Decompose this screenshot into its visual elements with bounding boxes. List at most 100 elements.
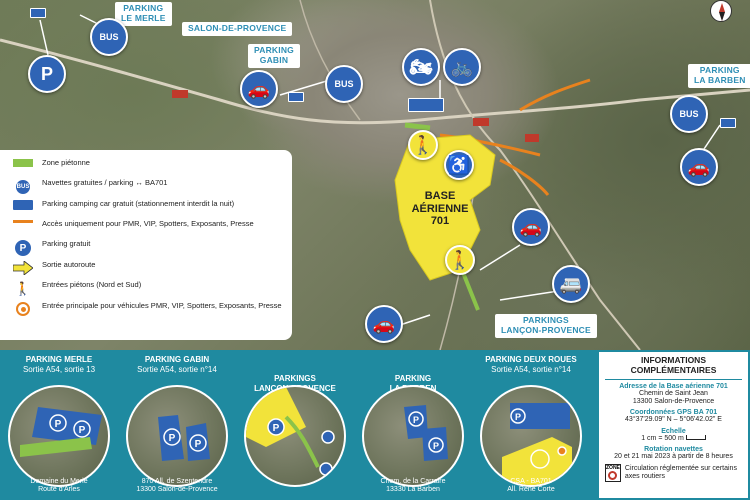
moto-parking-pin[interactable]: 🏍	[402, 48, 440, 86]
zone-text: Circulation réglementée sur certains axe…	[624, 465, 737, 481]
legend-text: Zone piétonne	[42, 158, 90, 167]
scale-heading: Echelle	[661, 427, 686, 435]
parking-pin-lancon-3[interactable]: 🚗	[365, 305, 403, 343]
legend-item: Zone piétonne	[12, 158, 284, 174]
svg-text:P: P	[55, 419, 62, 430]
camping-car-icon	[288, 92, 304, 102]
shuttle-value: 20 et 21 mai 2023 à partir de 8 heures	[614, 453, 733, 461]
parking-pin-lancon-2[interactable]: 🚐	[552, 265, 590, 303]
info-title: INFORMATIONS COMPLÉMENTAIRES	[630, 355, 717, 375]
legend-item: P Parking gratuit	[12, 239, 284, 256]
address-heading: Adresse de la Base aérienne 701	[619, 382, 728, 390]
parking-icon: P	[15, 240, 31, 256]
parking-pin-lancon-1[interactable]: 🚗	[512, 208, 550, 246]
info-panel: INFORMATIONS COMPLÉMENTAIRES Adresse de …	[597, 350, 750, 500]
parking-la-barben-address: Chem. de la Carraire 13330 La Barben	[380, 478, 446, 494]
green-bar-icon	[13, 159, 33, 167]
legend-item: BUS Navettes gratuites / parking ↔ BA701	[12, 178, 284, 195]
parking-la-barben-thumbnail[interactable]: P P	[362, 385, 464, 487]
parking-name: PARKING GABIN	[144, 355, 210, 364]
bicycle-icon: 🚲	[450, 57, 474, 77]
bus-pin-la-barben[interactable]: BUS	[670, 95, 708, 133]
parking-deux-roues-header: PARKING DEUX ROUES Sortie A54, sortie n°…	[472, 355, 590, 374]
camping-car-icon	[13, 200, 33, 210]
zone-sign-icon: ZONE	[605, 464, 621, 483]
parking-gabin-address: 870 All. de Szentendre 13300 Salon-de-Pr…	[136, 478, 218, 494]
shuttle-heading: Rotation navettes	[644, 446, 703, 454]
bike-parking-pin[interactable]: 🚲	[443, 48, 481, 86]
motorcycle-icon: 🏍	[409, 57, 433, 77]
parking-deux-roues-thumbnail[interactable]: P	[480, 385, 582, 487]
legend-item: Sortie autoroute	[12, 260, 284, 276]
svg-text:P: P	[413, 415, 419, 425]
svg-text:P: P	[169, 433, 176, 444]
parking-merle-header: PARKING MERLE Sortie A54, sortie 13	[0, 355, 118, 374]
pmr-pin[interactable]: ♿	[444, 150, 474, 180]
parking-lancon-thumbnail[interactable]: P	[244, 385, 346, 487]
car-icon: 🚗	[247, 79, 271, 99]
svg-text:P: P	[515, 412, 521, 422]
address-line-2: 13300 Salon-de-Provence	[632, 397, 715, 405]
road-shield	[525, 134, 539, 142]
parking-pin-gabin[interactable]: 🚗	[240, 70, 278, 108]
pointer-line	[479, 244, 521, 271]
parking-exit: Sortie A54, sortie n°14	[137, 364, 217, 374]
arrow-icon	[13, 261, 33, 275]
bus-pin-merle[interactable]: BUS	[90, 18, 128, 56]
road-shield	[172, 90, 188, 98]
pedestrian-south-pin[interactable]: 🚶	[445, 245, 475, 275]
label-salon: SALON-DE-PROVENCE	[182, 22, 293, 36]
bus-icon: BUS	[99, 31, 119, 42]
bus-icon: BUS	[334, 78, 354, 89]
scale-bar	[685, 435, 706, 441]
car-icon: 🚗	[372, 314, 396, 334]
zone-row: ZONE Circulation réglementée sur certain…	[605, 464, 742, 483]
pedestrian-icon: 🚶	[448, 250, 472, 270]
legend-item: 🚶 Entrées piétons (Nord et Sud)	[12, 280, 284, 297]
camping-car-icon	[30, 8, 46, 18]
parking-deux-roues-address: CSA - BA701 All. René Corte	[507, 478, 555, 494]
road-shield	[473, 118, 489, 126]
legend-text: Sortie autoroute	[42, 260, 96, 269]
parking-gabin-header: PARKING GABIN Sortie A54, sortie n°14	[118, 355, 236, 374]
pedestrian-north-pin[interactable]: 🚶	[408, 130, 438, 160]
legend-panel: Zone piétonne BUS Navettes gratuites / p…	[0, 150, 292, 340]
legend-item: Entrée principale pour véhicules PMR, VI…	[12, 301, 284, 317]
pedestrian-icon: 🚶	[411, 135, 435, 155]
label-parking-le-merle: PARKING LE MERLE	[115, 2, 172, 26]
parking-pin-la-barben[interactable]: 🚗	[680, 148, 718, 186]
target-icon	[16, 302, 30, 316]
car-icon: 🚗	[519, 217, 543, 237]
parking-pin-merle[interactable]: P	[28, 55, 66, 93]
legend-text: Entrée principale pour véhicules PMR, VI…	[42, 301, 282, 310]
legend-text: Navettes gratuites / parking ↔ BA701	[42, 178, 168, 187]
wheelchair-icon: ♿	[447, 155, 471, 175]
parking-name: PARKING MERLE	[25, 355, 93, 364]
address-line-1: Chemin de Saint Jean	[639, 389, 708, 397]
pedestrian-zone	[460, 269, 480, 311]
svg-text:P: P	[433, 441, 439, 451]
orange-line-icon	[13, 220, 33, 223]
parking-merle-address: Domaine du Merle Route d'Arles	[30, 478, 88, 494]
gps-value: 43°37'29.09" N – 5°06'42.02" E	[625, 416, 722, 424]
bus-icon: BUS	[679, 108, 699, 119]
svg-text:P: P	[195, 439, 202, 450]
bus-icon: BUS	[15, 179, 31, 195]
compass-icon	[710, 0, 732, 22]
legend-item: Parking camping car gratuit (stationneme…	[12, 199, 284, 215]
parking-merle-thumbnail[interactable]: P P	[8, 385, 110, 487]
parking-name: PARKING DEUX ROUES	[485, 355, 577, 364]
legend-text: Parking camping car gratuit (stationneme…	[42, 199, 235, 208]
local-road	[299, 0, 361, 121]
label-parking-gabin: PARKING GABIN	[248, 44, 300, 68]
pedestrian-icon: 🚶	[14, 281, 32, 296]
label-parkings-lancon: PARKINGS LANÇON-PROVENCE	[495, 314, 597, 338]
scale-text: 1 cm = 500 m	[641, 434, 684, 442]
legend-text: Parking gratuit	[42, 239, 91, 248]
legend-text: Entrées piétons (Nord et Sud)	[42, 280, 142, 289]
parking-exit: Sortie A54, sortie n°14	[491, 364, 571, 374]
parking-exit: Sortie A54, sortie 13	[22, 364, 96, 374]
scale-value: 1 cm = 500 m	[605, 435, 742, 443]
parking-gabin-thumbnail[interactable]: P P	[126, 385, 228, 487]
bus-pin-gabin[interactable]: BUS	[325, 65, 363, 103]
